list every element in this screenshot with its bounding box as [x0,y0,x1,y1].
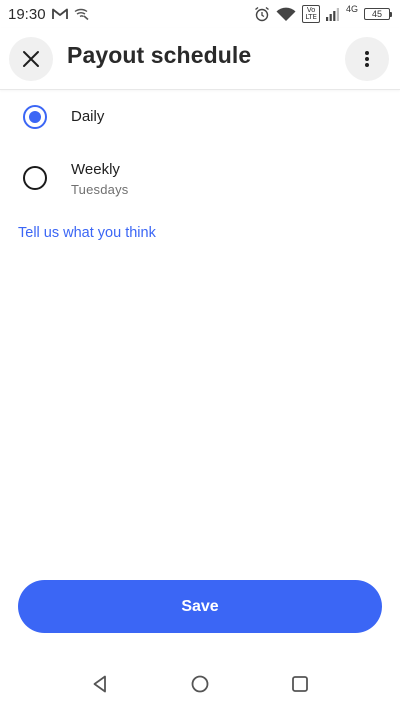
recent-apps-icon[interactable] [289,673,311,695]
screen: 19:30 Vo LTE 4G 45 Payout schedule Daily… [0,0,400,711]
option-label-daily: Daily [71,108,105,125]
wifi-icon [276,7,296,22]
gmail-icon [51,8,68,20]
signal-icon [325,7,340,21]
volte-icon: Vo LTE [302,5,320,23]
close-button[interactable] [9,37,53,81]
payout-option-weekly[interactable]: Weekly Tuesdays [0,155,400,205]
more-vertical-icon [364,50,370,68]
close-icon [22,50,40,68]
system-nav-bar [0,655,400,711]
top-app-bar: Payout schedule [0,28,400,90]
option-sublabel-weekly: Tuesdays [71,182,129,197]
volte-badge: Vo LTE [302,5,320,23]
status-time: 19:30 [8,5,46,23]
status-bar: 19:30 Vo LTE 4G 45 [0,0,400,28]
radio-dot [29,111,41,123]
status-bar-left: 19:30 [8,6,90,23]
network-type: 4G [345,4,358,14]
feedback-link[interactable]: Tell us what you think [18,225,156,241]
payout-option-daily[interactable]: Daily [0,98,400,136]
status-bar-right: Vo LTE 4G 45 [254,4,392,23]
page-title: Payout schedule [67,42,252,68]
option-label-weekly: Weekly [71,161,120,178]
wifi-call-icon [74,7,90,21]
save-button[interactable]: Save [18,580,382,633]
radio-unselected-icon[interactable] [23,166,47,190]
back-icon[interactable] [89,673,111,695]
battery-indicator: 45 [364,8,392,20]
more-options-button[interactable] [345,37,389,81]
radio-selected-icon[interactable] [23,105,47,129]
home-icon[interactable] [189,673,211,695]
alarm-icon [254,6,270,22]
